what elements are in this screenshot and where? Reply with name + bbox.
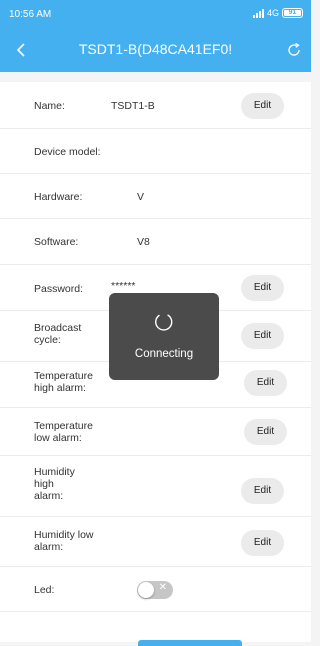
row-label-temperature-high-alarm: Temperature high alarm: xyxy=(34,370,93,394)
app-header: 10:56 AM 4G 91 TSDT1-B(D48CA41EF0! xyxy=(0,0,311,72)
row-label-name: Name: xyxy=(34,100,65,112)
refresh-icon xyxy=(288,42,300,56)
row-label-device-model: Device model: xyxy=(34,146,101,158)
toast-text: Connecting xyxy=(134,348,194,360)
row-label-humidity-high-alarm: Humidity high alarm: xyxy=(34,466,75,502)
row-value-password: ****** xyxy=(111,280,136,292)
row-value-hardware: V xyxy=(137,191,145,203)
edit-temperature-high-alarm-button[interactable]: Edit xyxy=(244,370,287,396)
status-indicators: 4G 91 xyxy=(252,8,303,18)
toggle-knob xyxy=(138,582,154,598)
battery-level: 91 xyxy=(288,9,297,16)
row-label-broadcast-cycle: Broadcast cycle: xyxy=(34,322,82,346)
refresh-button[interactable] xyxy=(285,41,303,59)
toggle-off-icon: ✕ xyxy=(158,582,167,593)
row-value-name: TSDT1-B xyxy=(111,100,155,112)
edit-broadcast-cycle-button[interactable]: Edit xyxy=(241,323,284,349)
settings-row-software: Software: V8 xyxy=(0,219,311,265)
connecting-toast: Connecting xyxy=(109,293,219,380)
settings-row-humidity-high-alarm: Humidity high alarm: Edit xyxy=(0,456,311,517)
edit-name-button[interactable]: Edit xyxy=(241,93,284,119)
settings-row-temperature-low-alarm: Temperature low alarm: Edit xyxy=(0,408,311,456)
settings-row-hardware: Hardware: V xyxy=(0,174,311,219)
settings-row-name: Name: TSDT1-B Edit xyxy=(0,82,311,129)
bottom-action-button[interactable] xyxy=(138,640,242,646)
battery-icon: 91 xyxy=(282,8,303,18)
row-label-led: Led: xyxy=(34,584,55,596)
row-label-humidity-low-alarm: Humidity low alarm: xyxy=(34,529,94,553)
nav-bar: TSDT1-B(D48CA41EF0! xyxy=(0,30,311,72)
status-bar: 10:56 AM 4G 91 xyxy=(0,0,311,30)
spinner-icon xyxy=(155,314,173,331)
edit-password-button[interactable]: Edit xyxy=(241,275,284,301)
edit-humidity-low-alarm-button[interactable]: Edit xyxy=(241,530,284,556)
network-type: 4G xyxy=(266,8,279,18)
row-label-temperature-low-alarm: Temperature low alarm: xyxy=(34,420,93,444)
back-button[interactable] xyxy=(10,38,34,62)
settings-row-device-model: Device model: xyxy=(0,129,311,174)
row-label-password: Password: xyxy=(34,283,84,295)
signal-icon xyxy=(252,8,264,18)
row-value-software: V8 xyxy=(137,236,150,248)
status-time: 10:56 AM xyxy=(9,9,52,20)
edit-humidity-high-alarm-button[interactable]: Edit xyxy=(241,478,284,504)
page-title: TSDT1-B(D48CA41EF0! xyxy=(78,41,233,57)
led-toggle[interactable]: ✕ xyxy=(137,581,173,599)
row-label-hardware: Hardware: xyxy=(34,191,83,203)
edit-temperature-low-alarm-button[interactable]: Edit xyxy=(244,419,287,445)
row-label-software: Software: xyxy=(34,236,79,248)
chevron-left-icon xyxy=(16,43,25,57)
settings-row-led: Led: ✕ xyxy=(0,567,311,612)
settings-row-humidity-low-alarm: Humidity low alarm: Edit xyxy=(0,517,311,567)
